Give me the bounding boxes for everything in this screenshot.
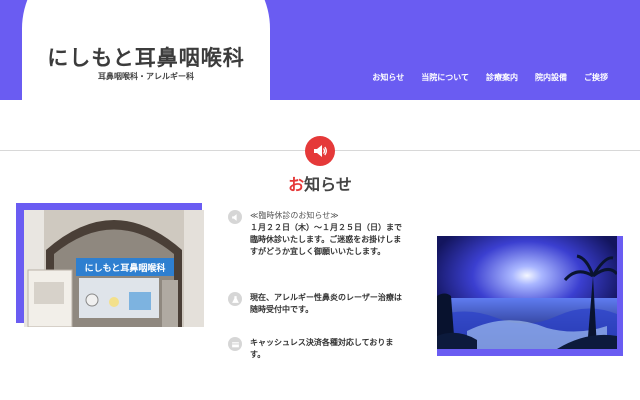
nav-item-about[interactable]: 当院について (421, 72, 469, 83)
section-title-rest: 知らせ (304, 175, 352, 194)
news-text: ≪臨時休診のお知らせ≫ １月２２日（木）～１月２５日（日）まで臨時休診いたします… (250, 210, 408, 258)
news-text: キャッシュレス決済各種対応しております。 (250, 337, 408, 361)
news-text: 現在、アレルギー性鼻炎のレーザー治療は随時受付中です。 (250, 292, 408, 316)
site-subtitle: 耳鼻咽喉科・アレルギー科 (98, 72, 194, 81)
card-icon (228, 337, 242, 351)
megaphone-icon (228, 210, 242, 224)
section-title-accent: お (288, 175, 305, 194)
clinic-entrance-photo: にしもと耳鼻咽喉科 (24, 210, 204, 327)
news-body: 現在、アレルギー性鼻炎のレーザー治療は随時受付中です。 (250, 293, 402, 314)
section-title: お知らせ (0, 171, 640, 195)
nav-item-greeting[interactable]: ご挨拶 (584, 72, 608, 83)
megaphone-icon (305, 136, 335, 166)
site-title[interactable]: にしもと耳鼻咽喉科 (0, 42, 292, 72)
nav-item-services[interactable]: 診療案内 (486, 72, 518, 83)
nav-item-news[interactable]: お知らせ (372, 72, 404, 83)
main-nav: お知らせ 当院について 診療案内 院内設備 ご挨拶 (355, 72, 608, 83)
moonlit-sea-painting (437, 236, 617, 349)
clinic-sign-text: にしもと耳鼻咽喉科 (85, 262, 166, 274)
news-body: １月２２日（木）～１月２５日（日）まで臨時休診いたします。ご迷惑をお掛けしますが… (250, 223, 402, 256)
nav-item-facilities[interactable]: 院内設備 (535, 72, 567, 83)
news-heading: ≪臨時休診のお知らせ≫ (250, 211, 339, 220)
news-body: キャッシュレス決済各種対応しております。 (250, 338, 394, 359)
flask-icon (228, 292, 242, 306)
